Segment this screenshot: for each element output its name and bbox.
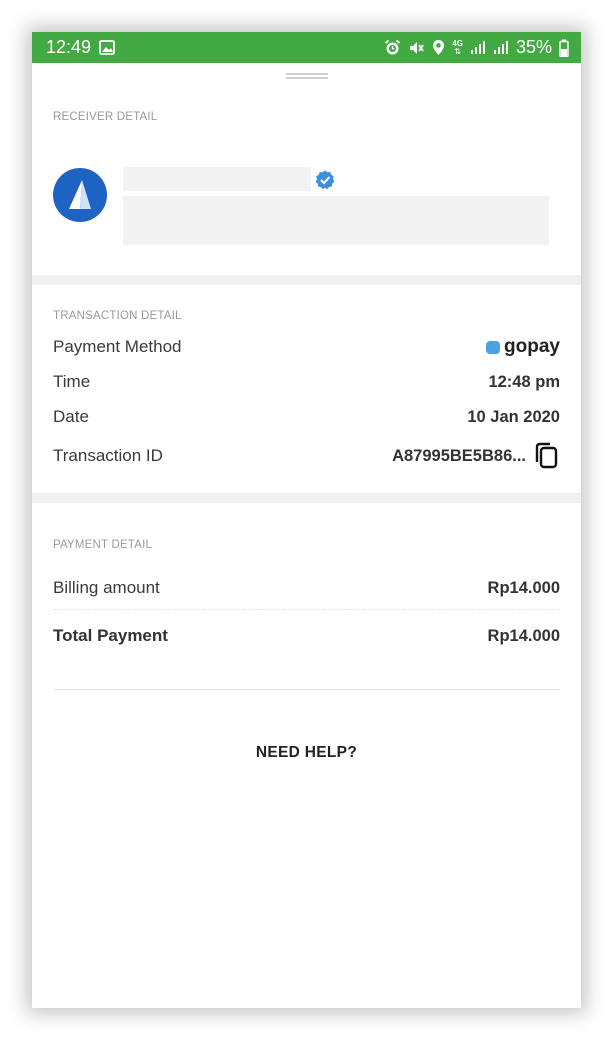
- network-4g-icon: 4G ⇅: [452, 38, 463, 56]
- battery-charging-icon: [559, 39, 569, 57]
- gopay-logo: gopay: [486, 336, 560, 358]
- section-divider-2: [32, 493, 581, 503]
- transaction-section-label: TRANSACTION DETAIL: [53, 310, 182, 322]
- need-help-button[interactable]: NEED HELP?: [32, 744, 581, 762]
- copy-icon[interactable]: [534, 442, 560, 470]
- billing-amount-row: Billing amount Rp14.000: [53, 578, 560, 598]
- alarm-icon: [384, 39, 401, 56]
- payment-section-label: PAYMENT DETAIL: [53, 539, 153, 551]
- transaction-id-row: Transaction ID A87995BE5B86...: [53, 442, 560, 470]
- transaction-id-label: Transaction ID: [53, 446, 163, 465]
- payment-method-row: Payment Method gopay: [53, 336, 560, 358]
- payment-detail-section: PAYMENT DETAIL Billing amount Rp14.000 T…: [32, 503, 581, 703]
- phone-screen: 12:49 4G ⇅ 35% RECEIVER DETAIL TRANSACTI…: [32, 32, 581, 1008]
- help-divider: [53, 689, 560, 690]
- status-time: 12:49: [46, 37, 92, 57]
- receiver-avatar: [53, 168, 107, 222]
- time-row: Time 12:48 pm: [53, 372, 560, 392]
- payment-method-label: Payment Method: [53, 337, 182, 356]
- transaction-id-value: A87995BE5B86...: [392, 446, 526, 465]
- dashed-divider: [53, 609, 560, 610]
- receiver-detail-section: RECEIVER DETAIL: [32, 79, 581, 275]
- verified-badge-icon: [315, 170, 335, 190]
- date-value: 10 Jan 2020: [467, 407, 560, 426]
- date-label: Date: [53, 407, 89, 426]
- total-payment-value: Rp14.000: [487, 626, 560, 645]
- signal-icon: [470, 40, 486, 55]
- time-label: Time: [53, 372, 91, 391]
- total-payment-label: Total Payment: [53, 626, 168, 645]
- payment-method-value: gopay: [504, 336, 560, 357]
- need-help-label: NEED HELP?: [255, 744, 358, 761]
- section-divider: [32, 275, 581, 285]
- gallery-icon: [99, 40, 115, 55]
- battery-percent: 35%: [515, 37, 552, 57]
- mute-icon: [408, 40, 425, 56]
- total-payment-row: Total Payment Rp14.000: [53, 626, 560, 646]
- sail-logo-icon: [69, 180, 91, 209]
- billing-amount-value: Rp14.000: [487, 578, 560, 597]
- signal-icon-2: [493, 40, 509, 55]
- billing-amount-label: Billing amount: [53, 578, 160, 597]
- transaction-detail-section: TRANSACTION DETAIL Payment Method gopay …: [32, 285, 581, 493]
- receiver-description-placeholder: [123, 196, 549, 245]
- transaction-id-container: A87995BE5B86...: [392, 442, 560, 470]
- receiver-section-label: RECEIVER DETAIL: [53, 111, 158, 123]
- time-value: 12:48 pm: [488, 372, 560, 391]
- location-icon: [432, 39, 445, 56]
- receiver-name-placeholder: [123, 167, 311, 191]
- gopay-wallet-icon: [486, 340, 501, 354]
- date-row: Date 10 Jan 2020: [53, 407, 560, 427]
- status-bar: 12:49 4G ⇅ 35%: [32, 32, 581, 63]
